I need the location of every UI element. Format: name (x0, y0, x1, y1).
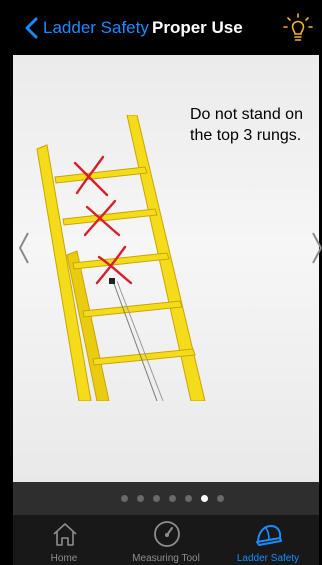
back-button[interactable]: Ladder Safety (43, 17, 149, 39)
page-dot[interactable] (121, 495, 128, 502)
home-icon (53, 523, 77, 546)
chevron-right-icon[interactable] (310, 231, 322, 265)
page-dot[interactable] (153, 495, 160, 502)
page-dot-active[interactable] (201, 495, 208, 502)
ladder-illustration (36, 115, 206, 401)
page-dot[interactable] (185, 495, 192, 502)
navigation-bar: Ladder Safety Proper Use (13, 0, 319, 55)
lightbulb-icon[interactable] (283, 13, 313, 43)
tab-ladder-safety[interactable]: Ladder Safety (217, 515, 319, 565)
tab-ladder-safety-label: Ladder Safety (236, 553, 300, 564)
tab-measuring-tool[interactable]: Measuring Tool (115, 515, 217, 565)
page-title: Proper Use (152, 18, 243, 37)
tab-home[interactable]: Home (13, 515, 115, 565)
page-dot[interactable] (217, 495, 224, 502)
tab-measuring-tool-label: Measuring Tool (132, 553, 200, 564)
app-screen: Ladder Safety Proper Use Do not stand on… (0, 0, 322, 565)
left-edge (0, 0, 13, 565)
hard-hat-icon (256, 524, 282, 546)
page-indicator[interactable] (13, 482, 319, 515)
page-dot[interactable] (169, 495, 176, 502)
tab-bar: Home Measuring Tool Ladder Safety (13, 515, 319, 565)
chevron-left-icon[interactable] (23, 17, 41, 39)
slide-area[interactable]: Do not stand on the top 3 rungs. (13, 55, 322, 482)
tab-home-label: Home (50, 553, 78, 564)
page-dot[interactable] (137, 495, 144, 502)
gauge-icon (154, 521, 180, 547)
